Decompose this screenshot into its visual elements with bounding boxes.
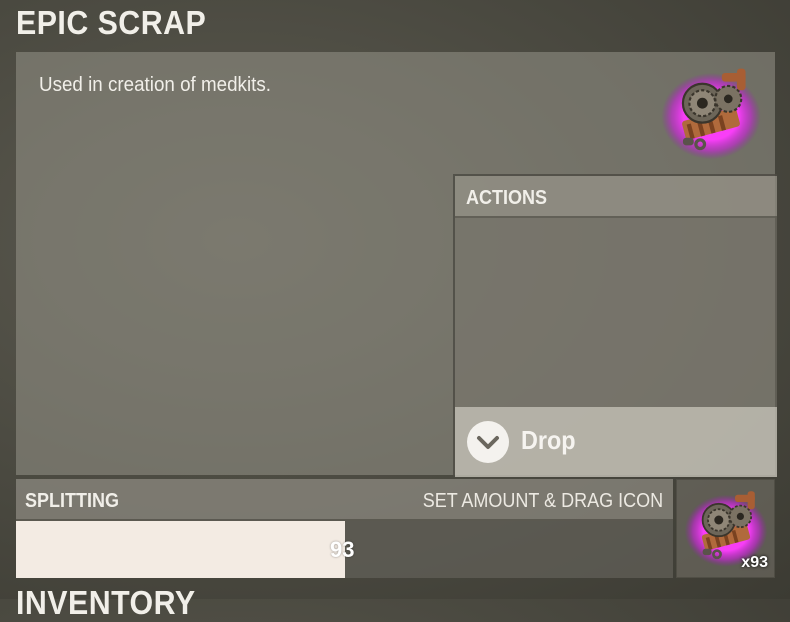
item-title: EPIC SCRAP	[16, 4, 207, 41]
scrap-gears-icon	[659, 67, 763, 161]
inventory-heading: INVENTORY	[16, 584, 196, 621]
chevron-down-icon	[467, 421, 509, 463]
actions-header: ACTIONS	[455, 176, 777, 218]
slot-item-count: x93	[741, 554, 768, 571]
splitting-header: SPLITTING SET AMOUNT & DRAG ICON	[16, 479, 673, 521]
split-item-slot[interactable]: x93	[676, 479, 775, 578]
split-amount-slider[interactable]: 93	[16, 521, 673, 578]
splitting-panel: SPLITTING SET AMOUNT & DRAG ICON 93	[16, 479, 673, 578]
split-amount-value: 93	[330, 537, 355, 562]
actions-title: ACTIONS	[466, 187, 547, 209]
drop-button[interactable]: Drop	[455, 407, 777, 477]
splitting-hint: SET AMOUNT & DRAG ICON	[422, 490, 663, 512]
splitting-title: SPLITTING	[25, 490, 120, 512]
item-description: Used in creation of medkits.	[39, 74, 271, 96]
actions-panel: ACTIONS Drop	[453, 174, 777, 477]
split-slider-fill	[16, 521, 345, 578]
drop-label: Drop	[521, 425, 576, 455]
